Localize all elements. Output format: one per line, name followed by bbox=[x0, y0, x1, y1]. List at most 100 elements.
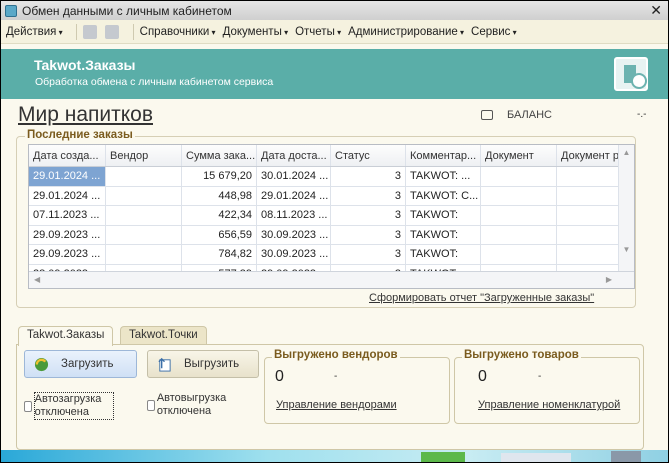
tab-takwot-points[interactable]: Takwot.Точки bbox=[120, 326, 207, 345]
close-button[interactable]: ✕ bbox=[650, 2, 662, 19]
table-cell: 3 bbox=[331, 206, 406, 225]
vendors-count: 0 bbox=[275, 368, 284, 385]
column-header[interactable]: Сумма зака... bbox=[182, 145, 257, 166]
vendors-dash: - bbox=[334, 371, 338, 382]
table-row[interactable]: 07.11.2023 ... 422,34 08.11.2023 ... 3 TAKWO… bbox=[29, 206, 634, 226]
window: Обмен данными с личным кабинетом ✕ Дейст… bbox=[1, 1, 668, 462]
table-cell: 29.01.2024 ... bbox=[257, 186, 331, 205]
sync-icon bbox=[34, 357, 49, 371]
table-cell bbox=[557, 225, 627, 244]
table-cell bbox=[481, 167, 557, 186]
vendors-group bbox=[264, 357, 450, 424]
menu-bar: Действия Справочники Документы Отчеты Ад… bbox=[1, 20, 668, 44]
table-cell: 784,82 bbox=[182, 245, 257, 264]
manage-nomenclature-link[interactable]: Управление номенклатурой bbox=[478, 399, 620, 411]
title-bar: Обмен данными с личным кабинетом ✕ bbox=[1, 1, 668, 20]
table-cell: TAKWOT: С... bbox=[406, 186, 481, 205]
table-row[interactable]: 29.09.2023 ... 656,59 30.09.2023 ... 3 TAKWO… bbox=[29, 225, 634, 245]
banner-subtitle: Обработка обмена с личным кабинетом серв… bbox=[35, 76, 274, 88]
table-cell: 15 679,20 bbox=[182, 167, 257, 186]
checkbox[interactable] bbox=[147, 399, 155, 411]
table-cell: 3 bbox=[331, 167, 406, 186]
table-cell: 3 bbox=[331, 245, 406, 264]
table-cell: TAKWOT: bbox=[406, 225, 481, 244]
scroll-right-icon[interactable]: ▶ bbox=[606, 275, 612, 284]
goods-count: 0 bbox=[478, 368, 487, 385]
table-cell: TAKWOT: bbox=[406, 245, 481, 264]
scroll-down-icon[interactable]: ▼ bbox=[619, 245, 634, 254]
table-cell: 30.09.2023 ... bbox=[257, 225, 331, 244]
menu-service[interactable]: Сервис bbox=[471, 26, 517, 38]
horizontal-scrollbar[interactable]: ◀ ▶ bbox=[29, 271, 634, 288]
table-cell bbox=[106, 206, 182, 225]
menu-actions[interactable]: Действия bbox=[6, 26, 63, 38]
goods-title: Выгружено товаров bbox=[462, 349, 581, 361]
table-cell bbox=[557, 245, 627, 264]
table-cell: 422,34 bbox=[182, 206, 257, 225]
table-cell bbox=[106, 167, 182, 186]
column-header[interactable]: Документ bbox=[481, 145, 557, 166]
column-header[interactable]: Комментар... bbox=[406, 145, 481, 166]
manage-vendors-link[interactable]: Управление вендорами bbox=[276, 399, 397, 411]
column-header[interactable]: Дата доста... bbox=[257, 145, 331, 166]
unload-button[interactable]: Выгрузить bbox=[147, 350, 259, 378]
table-row[interactable]: 29.01.2024 ... 15 679,20 30.01.2024 ... 3 TA… bbox=[29, 167, 634, 187]
table-cell: 3 bbox=[331, 186, 406, 205]
unload-label: Выгрузить bbox=[184, 358, 240, 370]
wallet-icon bbox=[481, 110, 493, 120]
balance-label: БАЛАНС bbox=[507, 109, 552, 121]
load-label: Загрузить bbox=[61, 358, 114, 370]
table-cell: 30.01.2024 ... bbox=[257, 167, 331, 186]
table-cell: 29.09.2023 ... bbox=[29, 225, 106, 244]
table-cell: 30.09.2023 ... bbox=[257, 245, 331, 264]
background-decoration bbox=[1, 450, 668, 462]
orders-table[interactable]: Дата созда... Вендор Сумма зака... Дата дос… bbox=[28, 144, 635, 289]
table-cell: 08.11.2023 ... bbox=[257, 206, 331, 225]
scroll-up-icon[interactable]: ▲ bbox=[619, 148, 634, 157]
table-cell: 29.01.2024 ... bbox=[29, 167, 106, 186]
table-row[interactable]: 29.09.2023 ... 784,82 30.09.2023 ... 3 TAKWO… bbox=[29, 245, 634, 265]
checkbox[interactable] bbox=[24, 400, 32, 412]
table-cell bbox=[481, 225, 557, 244]
organization-link[interactable]: Мир напитков bbox=[18, 103, 153, 127]
table-cell bbox=[106, 186, 182, 205]
load-button[interactable]: Загрузить bbox=[24, 350, 137, 378]
balance-button[interactable]: БАЛАНС bbox=[481, 109, 552, 121]
autoload-checkbox[interactable]: Автозагрузка отключена bbox=[24, 392, 114, 420]
table-cell: TAKWOT: bbox=[406, 206, 481, 225]
goods-dash: - bbox=[538, 371, 542, 382]
menu-catalogs[interactable]: Справочники bbox=[140, 26, 216, 38]
table-cell bbox=[557, 167, 627, 186]
app-icon bbox=[5, 4, 17, 17]
table-cell: 656,59 bbox=[182, 225, 257, 244]
recent-orders-title: Последние заказы bbox=[25, 129, 135, 141]
header-banner: Takwot.Заказы Обработка обмена с личным … bbox=[1, 49, 668, 99]
scroll-left-icon[interactable]: ◀ bbox=[34, 275, 40, 284]
table-cell bbox=[481, 186, 557, 205]
autoload-label: Автозагрузка отключена bbox=[33, 392, 114, 420]
tab-takwot-orders[interactable]: Takwot.Заказы bbox=[18, 326, 114, 346]
autounload-checkbox[interactable]: Автовыгрузка отключена bbox=[147, 392, 239, 418]
autounload-label: Автовыгрузка отключена bbox=[156, 392, 227, 417]
table-cell bbox=[106, 245, 182, 264]
menu-reports[interactable]: Отчеты bbox=[295, 26, 341, 38]
column-header[interactable]: Документ р bbox=[557, 145, 627, 166]
table-row[interactable]: 29.01.2024 ... 448,98 29.01.2024 ... 3 TAKWO… bbox=[29, 186, 634, 206]
column-header[interactable]: Статус bbox=[331, 145, 406, 166]
back-icon[interactable] bbox=[82, 24, 97, 39]
table-cell: TAKWOT: ... bbox=[406, 167, 481, 186]
menu-documents[interactable]: Документы bbox=[223, 26, 289, 38]
vertical-scrollbar[interactable]: ▲ ▼ bbox=[618, 145, 634, 272]
menu-administration[interactable]: Администрирование bbox=[348, 26, 464, 38]
column-header[interactable]: Дата созда... bbox=[29, 145, 106, 166]
column-header[interactable]: Вендор bbox=[106, 145, 182, 166]
table-cell bbox=[557, 206, 627, 225]
balance-value: -.- bbox=[637, 109, 647, 120]
divider bbox=[132, 23, 134, 40]
report-link[interactable]: Сформировать отчет "Загруженные заказы" bbox=[369, 292, 594, 304]
table-cell: 448,98 bbox=[182, 186, 257, 205]
table-cell bbox=[481, 206, 557, 225]
vendors-title: Выгружено вендоров bbox=[272, 349, 400, 361]
window-title: Обмен данными с личным кабинетом bbox=[22, 3, 232, 18]
forward-icon[interactable] bbox=[104, 24, 119, 39]
